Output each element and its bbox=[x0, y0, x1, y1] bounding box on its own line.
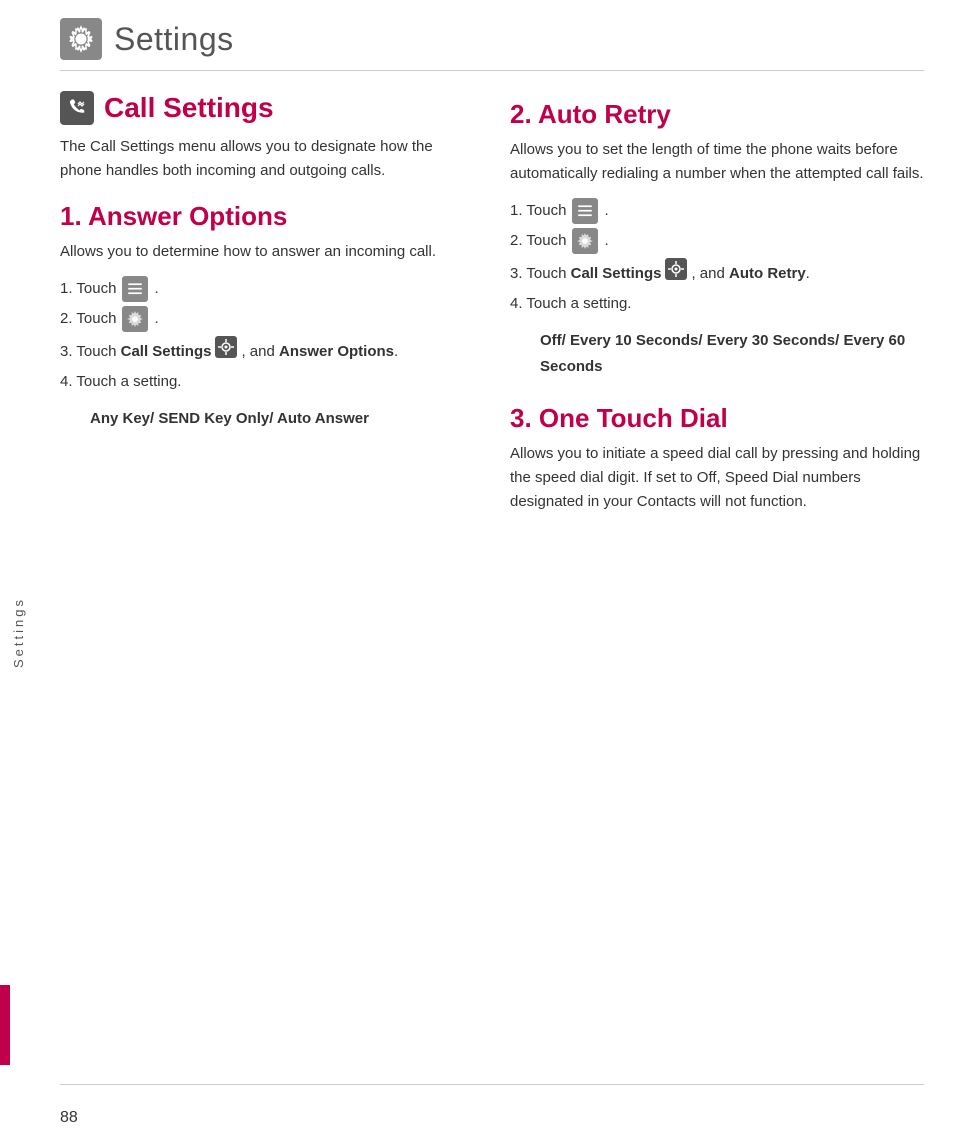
answer-step-1: 1. Touch . bbox=[60, 276, 460, 302]
call-settings-icon-r3 bbox=[665, 258, 687, 280]
auto-retry-title: 2. Auto Retry bbox=[510, 99, 924, 130]
retry-step-3-suffix: , and Auto Retry. bbox=[691, 261, 809, 287]
retry-step-2-number: 2. Touch bbox=[510, 228, 566, 254]
menu-icon-r1 bbox=[572, 198, 598, 224]
retry-step-1: 1. Touch . bbox=[510, 198, 924, 224]
menu-icon-1 bbox=[122, 276, 148, 302]
one-touch-dial-intro: Allows you to initiate a speed dial call… bbox=[510, 442, 924, 514]
retry-step-3: 3. Touch Call Settings , and Auto Retry. bbox=[510, 258, 924, 287]
answer-step-2: 2. Touch . bbox=[60, 306, 460, 332]
retry-step-4: 4. Touch a setting. bbox=[510, 291, 924, 317]
answer-options-title: 1. Answer Options bbox=[60, 201, 460, 232]
retry-step-2: 2. Touch . bbox=[510, 228, 924, 254]
auto-retry-options-block: Off/ Every 10 Seconds/ Every 30 Seconds/… bbox=[540, 328, 924, 379]
sidebar-accent-bar bbox=[0, 985, 10, 1065]
answer-step-3: 3. Touch Call Settings , and Answer Opti… bbox=[60, 336, 460, 365]
call-settings-header-icon bbox=[60, 91, 94, 125]
settings-icon-2 bbox=[122, 306, 148, 332]
auto-retry-steps: 1. Touch . 2. Touch . 3. Touch Call Sett… bbox=[510, 198, 924, 316]
settings-icon bbox=[60, 18, 102, 60]
retry-step-3-prefix: 3. Touch Call Settings bbox=[510, 261, 661, 287]
retry-step-4-text: 4. Touch a setting. bbox=[510, 291, 631, 317]
call-icon-svg bbox=[65, 96, 89, 120]
step-4-text: 4. Touch a setting. bbox=[60, 369, 181, 395]
one-touch-dial-title: 3. One Touch Dial bbox=[510, 403, 924, 434]
page-header: Settings bbox=[0, 0, 954, 70]
sidebar: Settings bbox=[0, 0, 36, 1145]
gear-icon-svg bbox=[67, 25, 95, 53]
left-column: Call Settings The Call Settings menu all… bbox=[60, 91, 490, 526]
retry-step-1-period: . bbox=[604, 198, 608, 224]
call-settings-header: Call Settings bbox=[60, 91, 460, 125]
answer-options-block: Any Key/ SEND Key Only/ Auto Answer bbox=[90, 406, 460, 432]
call-settings-intro: The Call Settings menu allows you to des… bbox=[60, 135, 460, 183]
step-2-period: . bbox=[154, 306, 158, 332]
page-number: 88 bbox=[60, 1109, 78, 1127]
main-content: Call Settings The Call Settings menu all… bbox=[0, 71, 954, 546]
settings-icon-r2 bbox=[572, 228, 598, 254]
sidebar-label: Settings bbox=[11, 477, 26, 668]
bottom-divider bbox=[60, 1084, 924, 1085]
answer-options-intro: Allows you to determine how to answer an… bbox=[60, 240, 460, 264]
page-title: Settings bbox=[114, 21, 234, 58]
auto-retry-values: Off/ Every 10 Seconds/ Every 30 Seconds/… bbox=[540, 332, 905, 375]
step-1-number: 1. Touch bbox=[60, 276, 116, 302]
step-3-prefix: 3. Touch Call Settings bbox=[60, 339, 211, 365]
answer-options-values: Any Key/ SEND Key Only/ Auto Answer bbox=[90, 410, 369, 427]
call-settings-icon-3 bbox=[215, 336, 237, 358]
right-column: 2. Auto Retry Allows you to set the leng… bbox=[490, 91, 924, 526]
retry-step-2-period: . bbox=[604, 228, 608, 254]
call-settings-title: Call Settings bbox=[104, 91, 274, 125]
step-2-number: 2. Touch bbox=[60, 306, 116, 332]
answer-step-4: 4. Touch a setting. bbox=[60, 369, 460, 395]
step-1-period: . bbox=[154, 276, 158, 302]
step-3-suffix: , and Answer Options. bbox=[241, 339, 398, 365]
auto-retry-intro: Allows you to set the length of time the… bbox=[510, 138, 924, 186]
answer-options-steps: 1. Touch . 2. Touch . 3. Touch Call Sett… bbox=[60, 276, 460, 394]
retry-step-1-number: 1. Touch bbox=[510, 198, 566, 224]
